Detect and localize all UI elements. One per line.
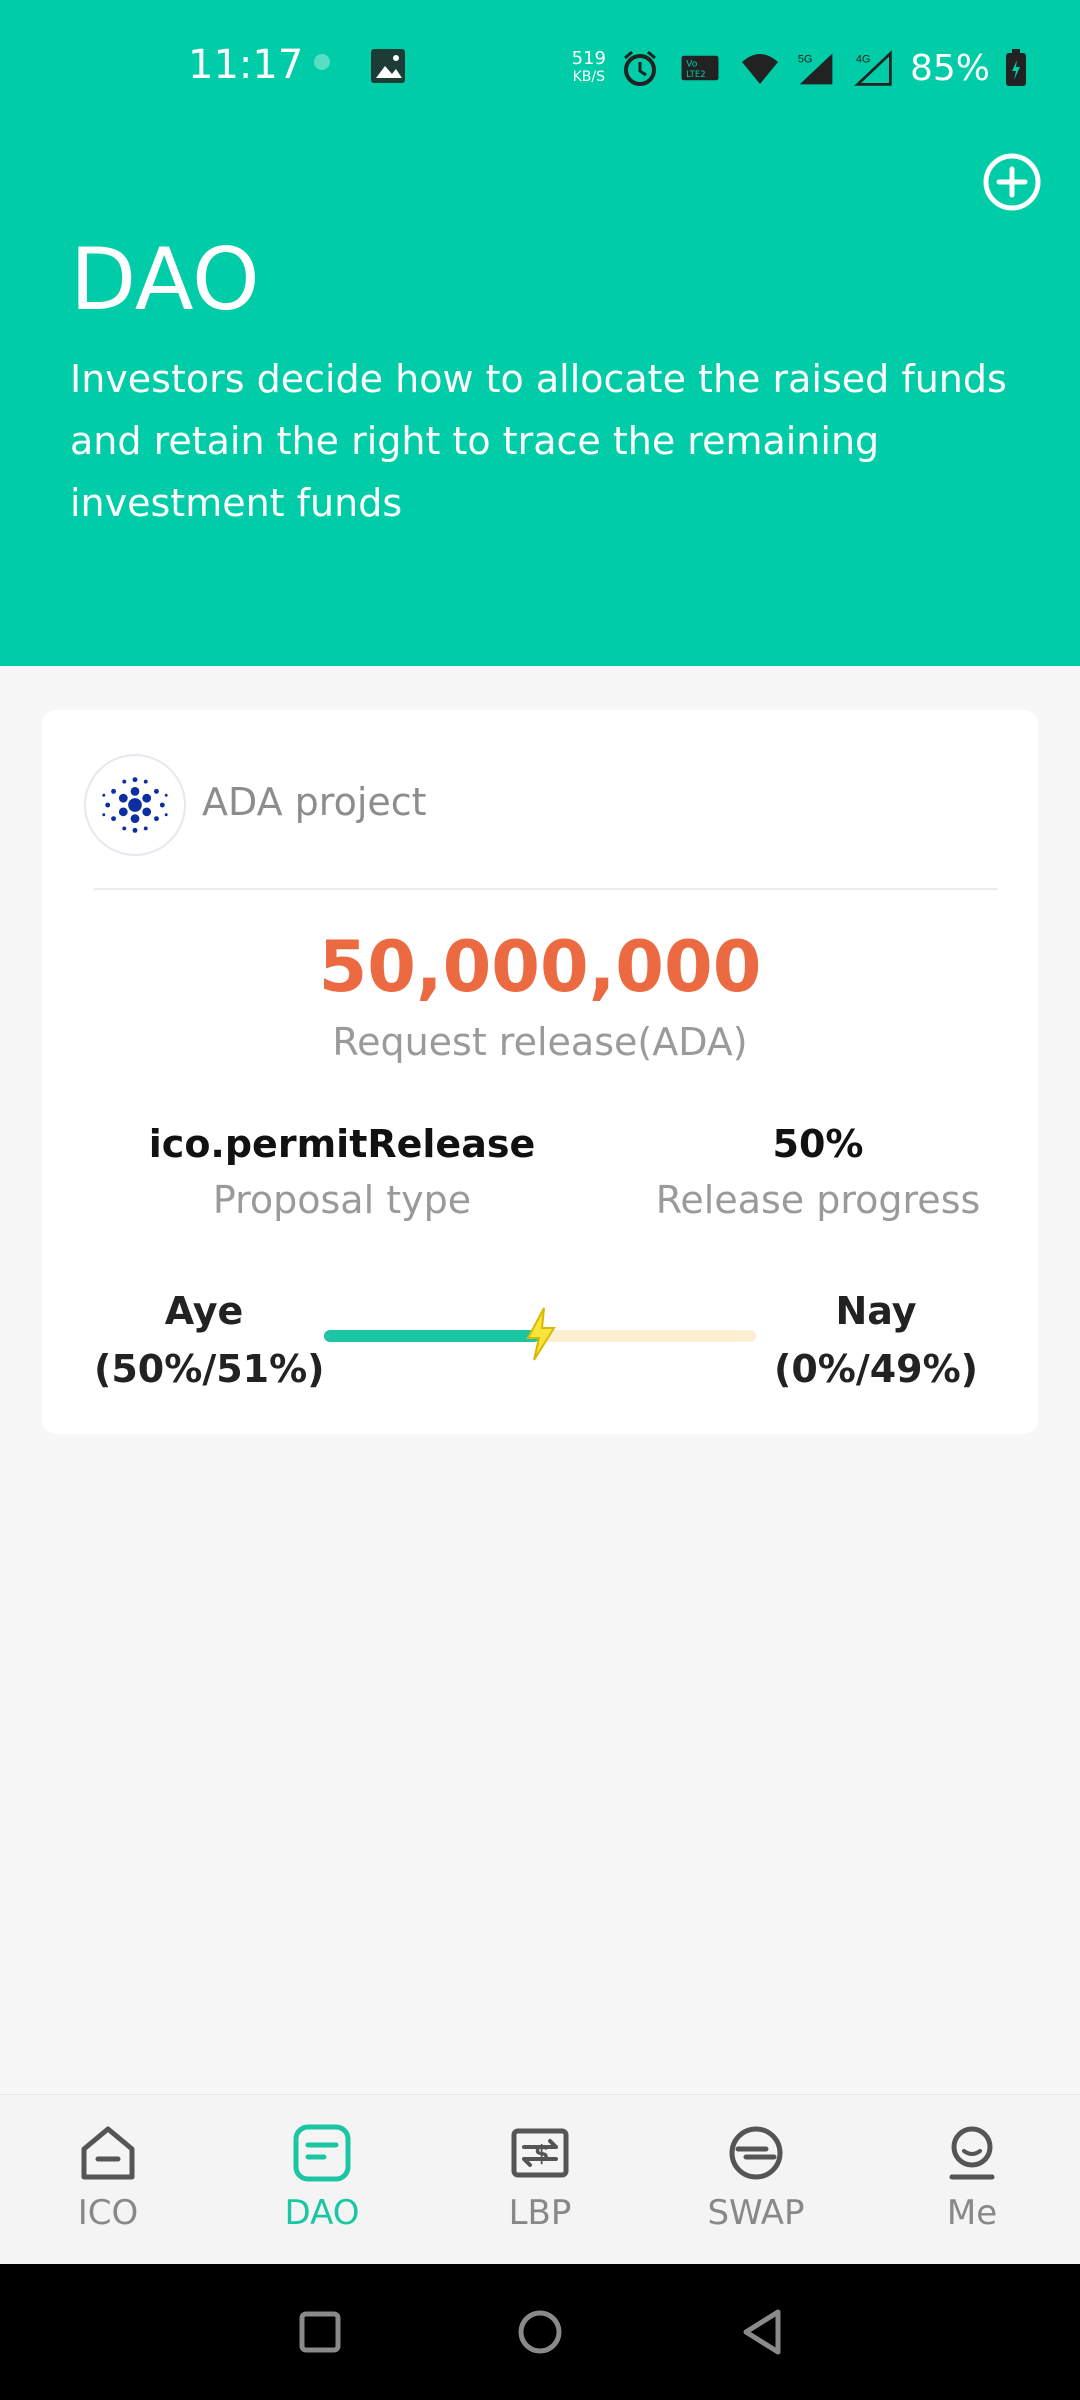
vote-progress-bar <box>324 1307 756 1361</box>
nay-label: Nay <box>835 1289 917 1333</box>
card-divider <box>94 888 998 890</box>
signal-5g-icon: 5G <box>794 48 838 88</box>
network-5g-label: 5G <box>798 54 813 66</box>
nav-item-lbp[interactable]: $ LBP <box>460 2121 620 2233</box>
recents-icon[interactable] <box>292 2304 348 2360</box>
nav-item-me[interactable]: Me <box>892 2121 1052 2233</box>
swap-icon <box>729 2126 783 2180</box>
proposal-type: ico.permitRelease Proposal type <box>132 1122 552 1222</box>
page-title: DAO <box>70 230 260 330</box>
nav-label-dao: DAO <box>284 2193 360 2233</box>
net-speed-value: 519 <box>571 48 606 69</box>
proposal-type-value: ico.permitRelease <box>148 1122 536 1166</box>
notification-dot-icon <box>308 48 336 76</box>
bottom-nav: ICO DAO $ LBP SWAP Me <box>0 2094 1080 2264</box>
header: 11:17 519 KB/S Vo LTE2 5G 4G 85% DAO Inv… <box>0 0 1080 666</box>
battery-percent: 85% <box>909 47 990 89</box>
page-subtitle: Investors decide how to allocate the rai… <box>70 357 1007 525</box>
status-icons: 519 KB/S Vo LTE2 5G 4G 85% <box>572 40 1028 96</box>
nav-label-ico: ICO <box>77 2193 139 2233</box>
release-progress-label: Release progress <box>655 1178 981 1222</box>
nay-value: (0%/49%) <box>773 1347 979 1391</box>
svg-text:LTE2: LTE2 <box>686 69 705 79</box>
user-icon <box>949 2126 995 2180</box>
battery-icon <box>1004 48 1028 88</box>
net-speed: 519 KB/S <box>572 50 606 86</box>
status-bar: 11:17 519 KB/S Vo LTE2 5G 4G 85% <box>0 0 1080 136</box>
home-icon <box>81 2126 135 2180</box>
exchange-icon: $ <box>511 2128 569 2178</box>
proposal-card[interactable]: ADA project 50,000,000 Request release(A… <box>42 710 1038 1434</box>
nay-votes: Nay (0%/49%) <box>766 1282 986 1398</box>
release-amount: 50,000,000 <box>318 926 762 1008</box>
vote-progress-fill <box>324 1330 540 1342</box>
nav-label-lbp: LBP <box>508 2193 572 2233</box>
system-nav-bar <box>0 2264 1080 2400</box>
release-progress-value: 50% <box>772 1122 864 1166</box>
aye-votes: Aye (50%/51%) <box>94 1282 325 1398</box>
nav-item-swap[interactable]: SWAP <box>676 2121 836 2233</box>
nav-item-ico[interactable]: ICO <box>28 2121 188 2233</box>
project-name: ADA project <box>202 780 427 824</box>
nav-label-me: Me <box>946 2193 998 2233</box>
svg-text:Vo: Vo <box>686 58 698 69</box>
volte-icon: Vo LTE2 <box>674 48 726 88</box>
nav-label-swap: SWAP <box>707 2193 805 2233</box>
alarm-icon <box>620 48 660 88</box>
aye-value: (50%/51%) <box>94 1347 325 1391</box>
wifi-icon <box>740 48 780 88</box>
proposal-type-label: Proposal type <box>212 1178 472 1222</box>
release-progress: 50% Release progress <box>608 1122 1028 1222</box>
network-4g-label: 4G <box>856 54 871 66</box>
svg-text:$: $ <box>534 2142 549 2167</box>
document-icon <box>293 2124 351 2182</box>
lightning-icon <box>520 1304 560 1364</box>
net-speed-unit: KB/S <box>572 69 605 85</box>
status-time: 11:17 <box>188 42 304 88</box>
aye-label: Aye <box>164 1289 244 1333</box>
nav-item-dao[interactable]: DAO <box>242 2121 402 2233</box>
release-amount-label: Request release(ADA) <box>332 1020 748 1064</box>
back-icon[interactable] <box>734 2304 790 2360</box>
cardano-logo-icon <box>84 754 186 856</box>
gallery-icon <box>368 46 408 86</box>
home-circle-icon[interactable] <box>512 2304 568 2360</box>
add-proposal-button[interactable] <box>982 152 1042 212</box>
signal-4g-icon: 4G <box>852 48 896 88</box>
